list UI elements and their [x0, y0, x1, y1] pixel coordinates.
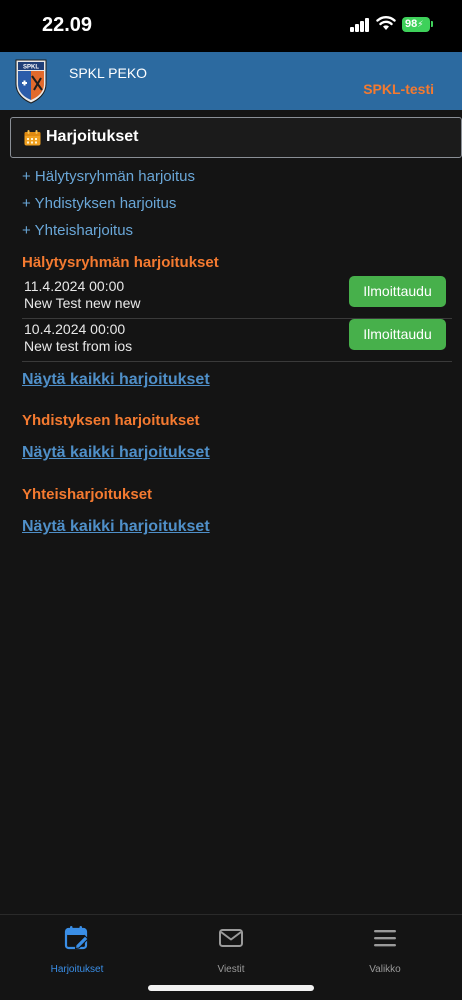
signup-button[interactable]: Ilmoittaudu — [349, 276, 446, 307]
calendar-icon — [24, 130, 41, 146]
add-alarm-group-training-link[interactable]: + Hälytysryhmän harjoitus — [22, 168, 195, 185]
group-title-alarm-group: Hälytysryhmän harjoitukset — [22, 254, 219, 271]
status-bar: 22.09 98⚡ — [0, 0, 462, 52]
app-header: SPKL SPKL PEKO SPKL-testi — [0, 52, 462, 110]
event-row[interactable]: 11.4.2024 00:00 New Test new new Ilmoitt… — [22, 276, 452, 319]
spkl-logo: SPKL — [15, 59, 47, 104]
signup-button[interactable]: Ilmoittaudu — [349, 319, 446, 350]
calendar-edit-icon — [64, 926, 89, 950]
logo-text: SPKL — [23, 65, 39, 71]
add-joint-training-link[interactable]: + Yhteisharjoitus — [22, 222, 133, 239]
tab-harjoitukset[interactable]: Harjoitukset — [17, 923, 137, 979]
show-all-association-link[interactable]: Näytä kaikki harjoitukset — [22, 444, 210, 462]
tab-label: Valikko — [369, 964, 401, 975]
tab-label: Viestit — [217, 964, 245, 975]
show-all-alarm-group-link[interactable]: Näytä kaikki harjoitukset — [22, 371, 210, 389]
battery-level: 98 — [405, 18, 418, 30]
event-name: New test from ios — [24, 338, 133, 354]
event-date: 10.4.2024 00:00 — [24, 321, 126, 337]
cellular-signal-icon — [350, 18, 370, 32]
battery-cap — [431, 21, 433, 27]
tab-label: Harjoitukset — [50, 964, 104, 975]
event-name: New Test new new — [24, 295, 141, 311]
add-association-training-link[interactable]: + Yhdistyksen harjoitus — [22, 195, 176, 212]
tab-valikko[interactable]: Valikko — [325, 923, 445, 979]
event-row[interactable]: 10.4.2024 00:00 New test from ios Ilmoit… — [22, 319, 452, 362]
group-title-association: Yhdistyksen harjoitukset — [22, 412, 200, 429]
event-date: 11.4.2024 00:00 — [24, 278, 125, 294]
group-title-joint: Yhteisharjoitukset — [22, 486, 153, 503]
battery-indicator: 98⚡ — [402, 17, 430, 32]
environment-label: SPKL-testi — [363, 81, 434, 97]
tab-viestit[interactable]: Viestit — [171, 923, 291, 979]
show-all-joint-link[interactable]: Näytä kaikki harjoitukset — [22, 518, 210, 536]
hamburger-menu-icon — [374, 930, 396, 947]
organization-name: SPKL PEKO — [69, 65, 148, 81]
section-header: Harjoitukset — [10, 117, 462, 158]
section-title: Harjoitukset — [46, 128, 139, 145]
envelope-icon — [219, 929, 243, 947]
status-time: 22.09 — [42, 14, 93, 36]
home-indicator[interactable] — [148, 985, 314, 991]
wifi-icon — [376, 16, 396, 30]
